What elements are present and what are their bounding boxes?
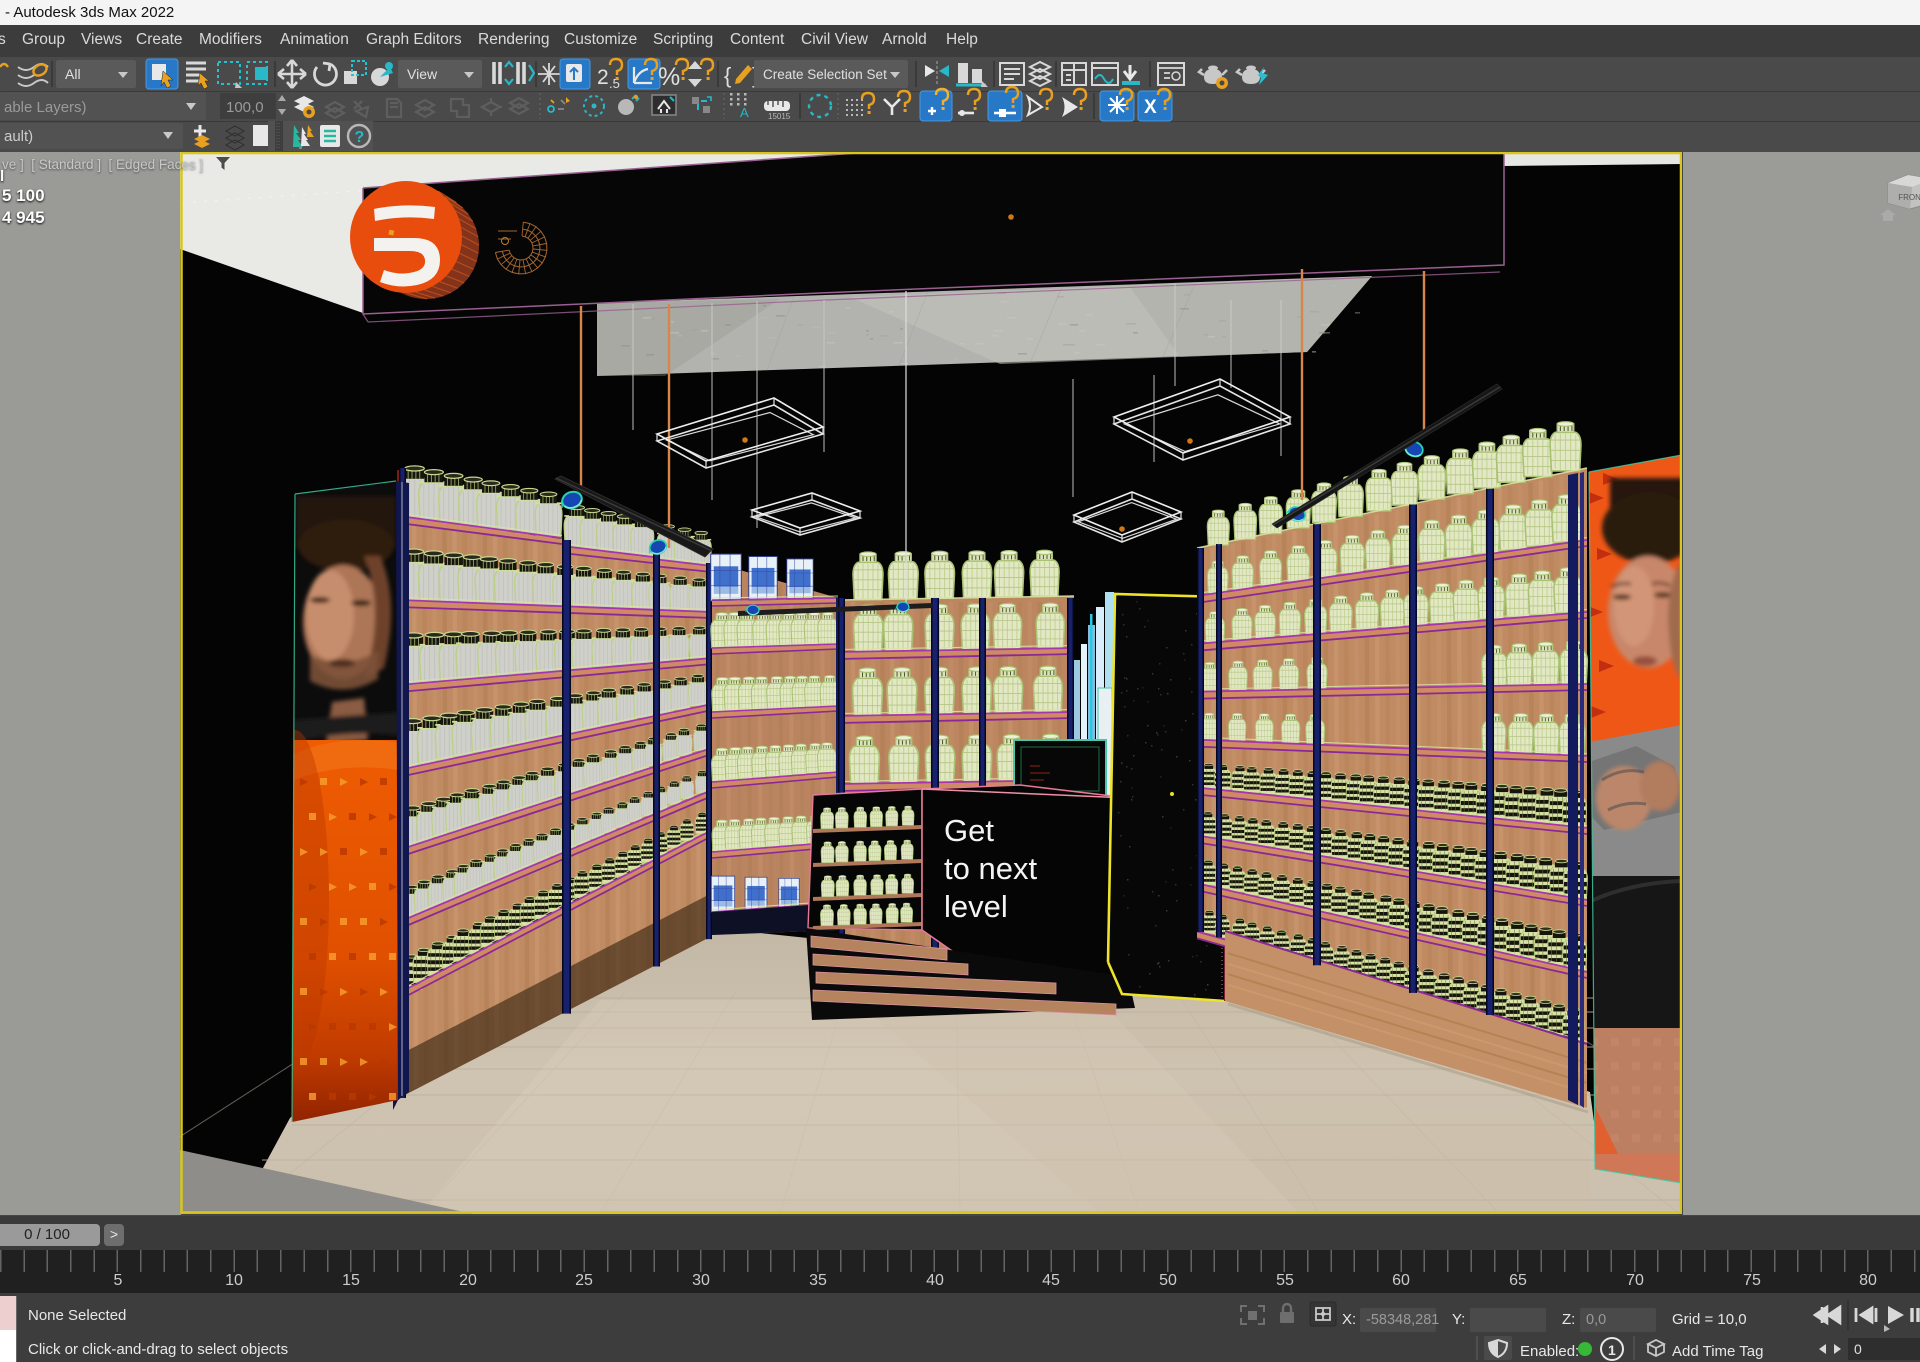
- svg-text:FRONT: FRONT: [1898, 193, 1920, 202]
- svg-text:1: 1: [1608, 1342, 1616, 1358]
- svg-text:100,0: 100,0: [226, 99, 264, 116]
- svg-text:X: X: [1144, 97, 1157, 118]
- svg-text:View: View: [407, 66, 438, 82]
- svg-text:?: ?: [355, 129, 365, 146]
- svg-text:All: All: [65, 66, 81, 82]
- svg-text:{: {: [724, 63, 731, 88]
- svg-text:able Layers): able Layers): [4, 99, 87, 116]
- svg-text:Create Selection Set: Create Selection Set: [763, 67, 887, 82]
- svg-text:0: 0: [1854, 1341, 1862, 1357]
- svg-text:15015: 15015: [768, 112, 791, 121]
- svg-text:Get: Get: [944, 813, 994, 848]
- svg-text:2: 2: [597, 66, 609, 89]
- svg-text:%: %: [658, 63, 680, 91]
- svg-text:A: A: [740, 105, 749, 120]
- svg-text:level: level: [944, 889, 1008, 924]
- svg-text:to next: to next: [944, 851, 1037, 886]
- svg-text:ault): ault): [4, 128, 33, 145]
